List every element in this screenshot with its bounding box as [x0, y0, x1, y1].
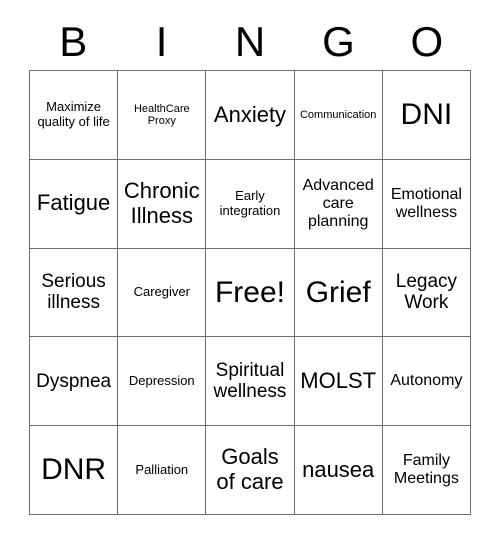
bingo-cell-g1[interactable]: Communication [294, 71, 383, 160]
bingo-cell-b5[interactable]: DNR [30, 426, 119, 515]
bingo-header-letter-o: O [410, 18, 444, 65]
bingo-cell-label: Palliation [135, 461, 189, 477]
bingo-cell-label: Spiritual wellness [213, 360, 287, 403]
bingo-cell-label: nausea [302, 456, 375, 482]
bingo-cell-label: HealthCare Proxy [133, 102, 190, 127]
bingo-cell-label: Caregiver [133, 284, 190, 300]
bingo-cell-label: Serious illness [41, 271, 106, 314]
bingo-cell-label: Communication [299, 108, 377, 121]
bingo-cell-label: Dyspnea [36, 370, 112, 392]
bingo-cell-label: Legacy Work [395, 271, 458, 314]
bingo-cell-g2[interactable]: Advanced care planning [294, 159, 383, 249]
bingo-cell-i1[interactable]: HealthCare Proxy [118, 71, 207, 160]
bingo-cell-label: Early integration [219, 188, 281, 218]
bingo-cell-n5[interactable]: Goals of care [206, 426, 295, 515]
bingo-cell-g4[interactable]: MOLST [294, 337, 383, 427]
bingo-cell-o4[interactable]: Autonomy [382, 337, 471, 427]
bingo-cell-label: DNR [41, 453, 107, 487]
bingo-cell-i5[interactable]: Palliation [118, 426, 207, 515]
bingo-cell-g3[interactable]: Grief [294, 248, 383, 338]
bingo-header-row: B I N G O [29, 16, 471, 70]
bingo-cell-o1[interactable]: DNI [382, 71, 471, 160]
bingo-cell-label: Emotional wellness [390, 185, 462, 221]
bingo-cell-n1[interactable]: Anxiety [206, 71, 295, 160]
bingo-header-letter-i: I [155, 18, 168, 65]
bingo-cell-i2[interactable]: Chronic Illness [118, 159, 207, 249]
bingo-cell-label: Autonomy [390, 372, 463, 390]
bingo-header-letter-g: G [322, 18, 355, 65]
bingo-cell-b2[interactable]: Fatigue [30, 159, 119, 249]
bingo-cell-g5[interactable]: nausea [294, 426, 383, 515]
bingo-cell-n4[interactable]: Spiritual wellness [206, 337, 295, 427]
bingo-cell-i4[interactable]: Depression [118, 337, 207, 427]
bingo-cell-label: MOLST [300, 367, 377, 393]
bingo-cell-label: Depression [128, 373, 195, 389]
bingo-cell-label: Goals of care [216, 444, 284, 495]
bingo-cell-label: DNI [400, 98, 453, 132]
bingo-cell-label: Maximize quality of life [37, 99, 110, 129]
bingo-grid: Maximize quality of life HealthCare Prox… [29, 70, 471, 515]
bingo-header-letter-b: B [59, 18, 88, 65]
bingo-cell-o2[interactable]: Emotional wellness [382, 159, 471, 249]
bingo-cell-label: Family Meetings [393, 452, 459, 488]
bingo-header-letter-n: N [234, 18, 266, 65]
bingo-card: B I N G O Maximize quality of life Healt… [0, 0, 500, 544]
bingo-cell-o5[interactable]: Family Meetings [382, 426, 471, 515]
bingo-cell-label: Free! [214, 275, 285, 309]
bingo-cell-i3[interactable]: Caregiver [118, 248, 207, 338]
bingo-cell-label: Fatigue [36, 190, 111, 216]
bingo-cell-free-space[interactable]: Free! [206, 248, 295, 338]
bingo-cell-b4[interactable]: Dyspnea [30, 337, 119, 427]
bingo-cell-label: Chronic Illness [123, 178, 200, 228]
bingo-cell-b1[interactable]: Maximize quality of life [30, 71, 119, 160]
bingo-cell-o3[interactable]: Legacy Work [382, 248, 471, 338]
bingo-cell-label: Grief [305, 275, 371, 309]
bingo-cell-n2[interactable]: Early integration [206, 159, 295, 249]
bingo-cell-label: Anxiety [213, 101, 287, 127]
bingo-cell-b3[interactable]: Serious illness [30, 248, 119, 338]
bingo-cell-label: Advanced care planning [302, 176, 374, 230]
